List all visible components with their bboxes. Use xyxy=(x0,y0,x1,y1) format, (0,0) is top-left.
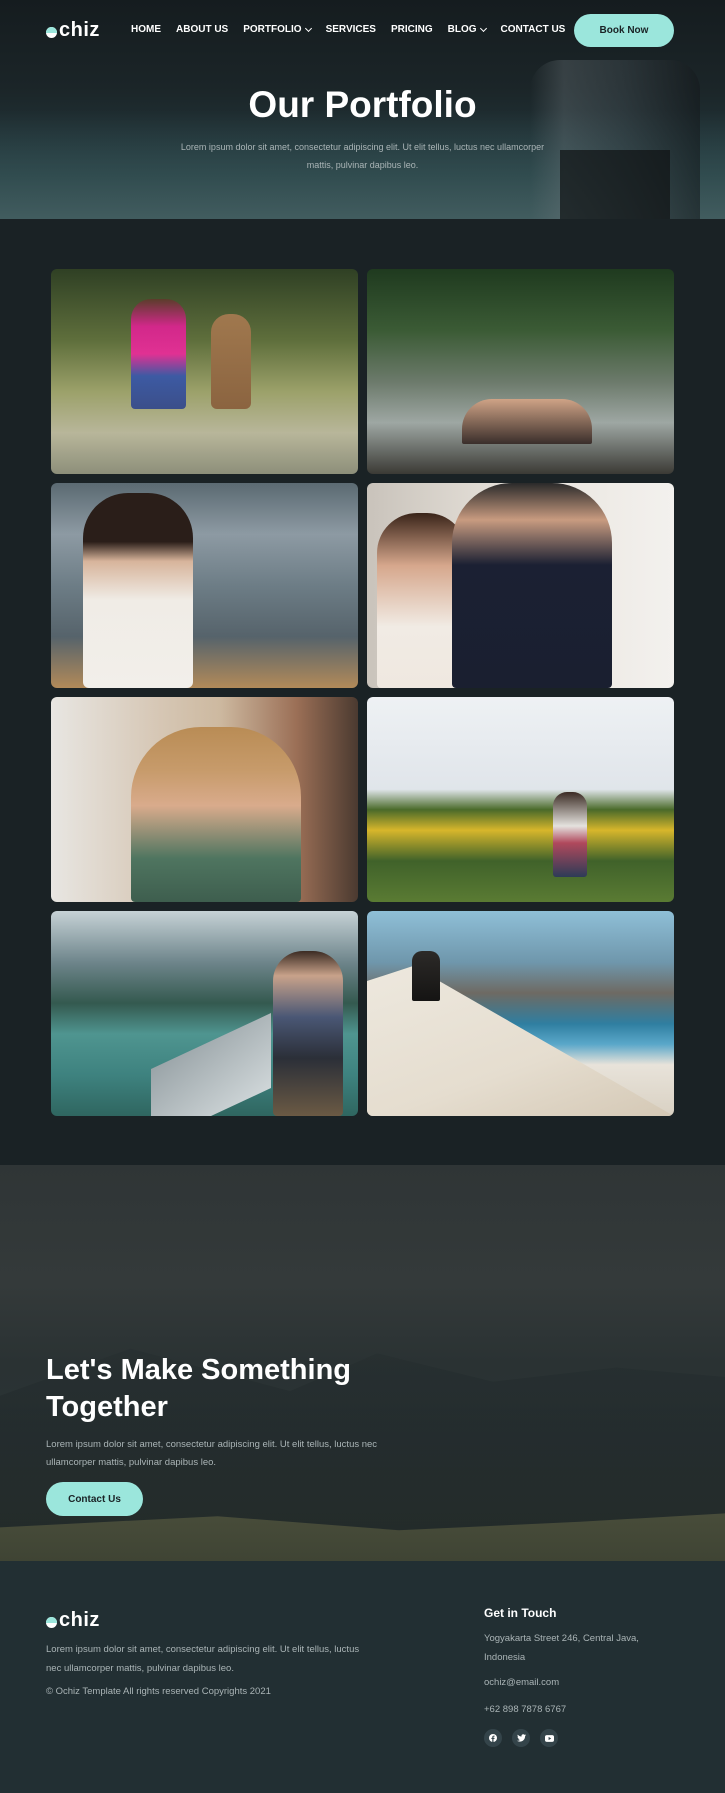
nav-pricing[interactable]: PRICING xyxy=(391,24,433,35)
contact-us-button[interactable]: Contact Us xyxy=(46,1482,143,1516)
footer-copyright: © Ochiz Template All rights reserved Cop… xyxy=(46,1686,271,1697)
footer-logo-text: chiz xyxy=(59,1609,100,1631)
facebook-icon[interactable] xyxy=(484,1729,502,1747)
photo-subject xyxy=(462,399,592,444)
portfolio-photo-woman-on-beach[interactable] xyxy=(51,483,358,688)
chevron-down-icon xyxy=(304,24,312,32)
photo-subject xyxy=(273,951,343,1116)
portfolio-photo-woman-with-camera[interactable] xyxy=(51,697,358,902)
logo[interactable]: chiz xyxy=(46,19,100,42)
navbar: chiz HOME ABOUT US PORTFOLIO SERVICES PR… xyxy=(0,0,725,60)
social-links xyxy=(484,1729,558,1747)
logo-mark-icon xyxy=(46,1616,57,1628)
twitter-icon[interactable] xyxy=(512,1729,530,1747)
nav-portfolio-label: PORTFOLIO xyxy=(243,24,302,35)
portfolio-photo-girl-with-rabbit-statue[interactable] xyxy=(51,269,358,474)
book-now-button[interactable]: Book Now xyxy=(574,14,674,47)
footer-phone-link[interactable]: +62 898 7878 6767 xyxy=(484,1704,566,1715)
nav-home-label: HOME xyxy=(131,24,161,35)
photo-subject xyxy=(412,951,440,1001)
footer-logo[interactable]: chiz xyxy=(46,1609,100,1632)
cta-title: Let's Make Something Together xyxy=(46,1354,352,1423)
footer-address: Yogyakarta Street 246, Central Java, Ind… xyxy=(484,1633,639,1663)
photo-subject-secondary xyxy=(452,483,612,688)
nav-blog-label: BLOG xyxy=(447,24,477,35)
youtube-icon[interactable] xyxy=(540,1729,558,1747)
hero-background-person-shadow xyxy=(560,150,670,219)
photo-railing xyxy=(151,1013,271,1116)
nav-blog[interactable]: BLOG xyxy=(447,24,487,35)
photo-subject xyxy=(131,299,186,409)
footer-contact-heading: Get in Touch xyxy=(484,1606,557,1620)
portfolio-grid xyxy=(51,269,674,1116)
portfolio-photo-hiker-on-snowy-coast[interactable] xyxy=(367,911,674,1116)
nav-about-us[interactable]: ABOUT US xyxy=(176,24,228,35)
nav-contact-us-label: CONTACT US xyxy=(500,24,566,35)
nav-about-us-label: ABOUT US xyxy=(176,24,229,35)
chevron-down-icon xyxy=(479,24,487,32)
nav-contact-us[interactable]: CONTACT US xyxy=(501,24,566,35)
cta-subtitle: Lorem ipsum dolor sit amet, consectetur … xyxy=(46,1439,378,1468)
photo-subject xyxy=(553,792,587,877)
portfolio-photo-couple-by-lake[interactable] xyxy=(51,911,358,1116)
footer-email-link[interactable]: ochiz@email.com xyxy=(484,1677,559,1688)
portfolio-photo-yoga-pose-rocks[interactable] xyxy=(367,269,674,474)
page-title: Our Portfolio xyxy=(248,84,477,125)
nav-services[interactable]: SERVICES xyxy=(326,24,376,35)
nav-services-label: SERVICES xyxy=(325,24,376,35)
photo-subject xyxy=(131,727,301,902)
logo-mark-icon xyxy=(46,26,57,38)
main-menu: HOME ABOUT US PORTFOLIO SERVICES PRICING… xyxy=(131,24,580,35)
nav-pricing-label: PRICING xyxy=(390,24,433,35)
hero-subtitle: Lorem ipsum dolor sit amet, consectetur … xyxy=(180,142,545,170)
portfolio-photo-couple-sunflower-field[interactable] xyxy=(367,697,674,902)
portfolio-photo-wedding-ring-couple[interactable] xyxy=(367,483,674,688)
logo-text: chiz xyxy=(59,19,100,41)
photo-subject xyxy=(83,493,193,688)
nav-portfolio[interactable]: PORTFOLIO xyxy=(243,24,312,35)
nav-home[interactable]: HOME xyxy=(131,24,161,35)
photo-subject-secondary xyxy=(211,314,251,409)
footer-description: Lorem ipsum dolor sit amet, consectetur … xyxy=(46,1644,360,1674)
